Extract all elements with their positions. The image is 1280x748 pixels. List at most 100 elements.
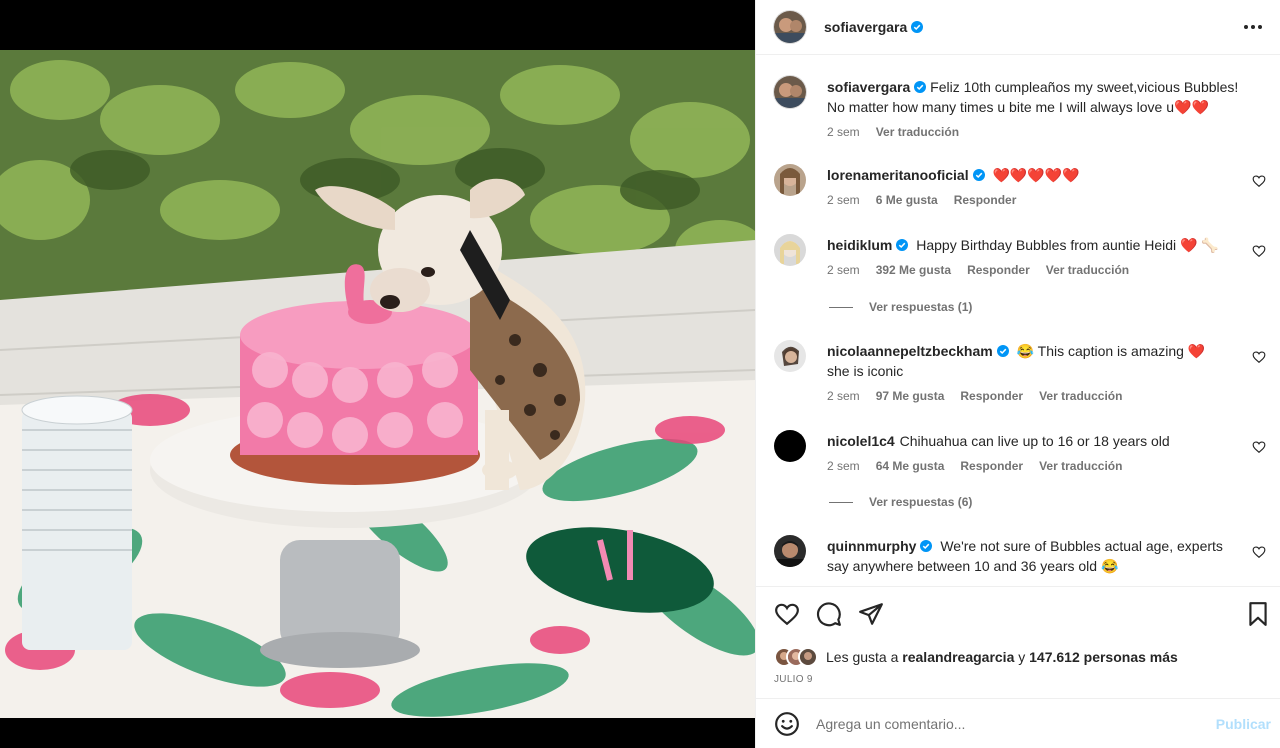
verified-icon — [911, 21, 924, 33]
avatar-image — [774, 76, 806, 108]
avatar-image — [774, 340, 806, 372]
more-icon — [1244, 25, 1262, 29]
author-avatar[interactable] — [774, 11, 806, 43]
media-panel — [0, 0, 755, 748]
emoji-icon[interactable] — [774, 711, 800, 737]
comment-text: Chihuahua can live up to 16 or 18 years … — [899, 433, 1170, 449]
comment-icon[interactable] — [816, 601, 842, 627]
post-photo[interactable] — [0, 50, 755, 718]
comment-text: ❤️❤️❤️❤️❤️ — [992, 167, 1080, 183]
likes-prefix: Les gusta a — [826, 649, 899, 665]
verified-icon — [914, 81, 927, 93]
comment-item: heidiklum Happy Birthday Bubbles from au… — [774, 234, 1266, 284]
liker-avatar — [798, 647, 818, 667]
comment-username[interactable]: nicolel1c4 — [827, 433, 895, 449]
more-options-button[interactable] — [1241, 15, 1265, 39]
comment-avatar[interactable] — [774, 164, 806, 196]
comment-likes[interactable]: 6 Me gusta — [876, 193, 938, 207]
comments-list[interactable]: sofiavergara Feliz 10th cumpleaños my sw… — [756, 56, 1280, 585]
reply-button[interactable]: Responder — [960, 389, 1023, 403]
translate-link[interactable]: Ver traducción — [1046, 263, 1129, 277]
comment-meta: 2 sem 6 Me gusta Responder — [827, 193, 1016, 207]
caption-username[interactable]: sofiavergara — [827, 79, 910, 95]
avatar-image — [774, 11, 806, 43]
verified-icon — [972, 169, 985, 181]
comment-item: nicolel1c4 Chihuahua can live up to 16 o… — [774, 430, 1266, 480]
heart-icon[interactable] — [774, 601, 800, 627]
caption-avatar[interactable] — [774, 76, 806, 108]
view-replies-button[interactable]: Ver respuestas (1) — [829, 300, 972, 314]
reply-button[interactable]: Responder — [967, 263, 1030, 277]
view-replies-label: Ver respuestas (1) — [869, 300, 973, 314]
view-replies-button[interactable]: Ver respuestas (6) — [829, 495, 972, 509]
comment-time[interactable]: 2 sem — [827, 459, 860, 473]
comment-body: nicolel1c4 Chihuahua can live up to 16 o… — [827, 431, 1227, 451]
comment-meta: 2 sem 64 Me gusta Responder Ver traducci… — [827, 459, 1122, 473]
comment-username[interactable]: heidiklum — [827, 237, 892, 253]
verified-icon — [996, 345, 1009, 357]
comment-likes[interactable]: 392 Me gusta — [876, 263, 951, 277]
likes-text: Les gusta a realandreagarcia y 147.612 p… — [826, 649, 1178, 665]
comment-body: quinnmurphy We're not sure of Bubbles ac… — [827, 536, 1237, 576]
comment-time[interactable]: 2 sem — [827, 193, 860, 207]
comment-username[interactable]: lorenameritanooficial — [827, 167, 969, 183]
avatar-image — [774, 164, 806, 196]
comment-time[interactable]: 2 sem — [827, 263, 860, 277]
comment-item: lorenameritanooficial ❤️❤️❤️❤️❤️ 2 sem 6… — [774, 164, 1266, 214]
post-date[interactable]: JULIO 9 — [774, 674, 813, 685]
caption-emoji: ❤️❤️ — [1174, 99, 1209, 115]
comment-avatar[interactable] — [774, 430, 806, 462]
comment-body: nicolaannepeltzbeckham 😂 This caption is… — [827, 341, 1227, 381]
cup-stack — [21, 395, 133, 650]
caption-time[interactable]: 2 sem — [827, 125, 860, 139]
comment-avatar[interactable] — [774, 234, 806, 266]
translate-link[interactable]: Ver traducción — [876, 125, 959, 139]
caption: sofiavergara Feliz 10th cumpleaños my sw… — [774, 76, 1266, 146]
comment-like-icon[interactable] — [1252, 174, 1266, 188]
likes-joiner: y — [1018, 649, 1026, 665]
avatar-image — [774, 234, 806, 266]
comment-meta: 2 sem 97 Me gusta Responder Ver traducci… — [827, 389, 1122, 403]
reply-button[interactable]: Responder — [960, 459, 1023, 473]
comment-like-icon[interactable] — [1252, 350, 1266, 364]
caption-meta: 2 sem Ver traducción — [827, 125, 959, 139]
view-replies-label: Ver respuestas (6) — [869, 495, 973, 509]
verified-icon — [896, 239, 909, 251]
comment-like-icon[interactable] — [1252, 244, 1266, 258]
comment-username[interactable]: quinnmurphy — [827, 538, 916, 554]
comment-likes[interactable]: 64 Me gusta — [876, 459, 945, 473]
save-icon[interactable] — [1245, 601, 1271, 627]
comment-body: heidiklum Happy Birthday Bubbles from au… — [827, 235, 1247, 255]
comment-avatar[interactable] — [774, 535, 806, 567]
liker-username[interactable]: realandreagarcia — [902, 649, 1014, 665]
comment-like-icon[interactable] — [1252, 440, 1266, 454]
comment-input[interactable] — [816, 715, 1216, 732]
avatar-image — [774, 535, 806, 567]
comment-text: Happy Birthday Bubbles from auntie Heidi… — [916, 237, 1219, 253]
verified-icon — [920, 540, 933, 552]
post-details-panel: sofiavergara sofiavergara Feliz 10th cum… — [755, 0, 1280, 748]
author-username[interactable]: sofiavergara — [824, 19, 907, 35]
comment-time[interactable]: 2 sem — [827, 389, 860, 403]
share-icon[interactable] — [858, 601, 884, 627]
likes-count[interactable]: 147.612 personas más — [1029, 649, 1178, 665]
reply-button[interactable]: Responder — [954, 193, 1017, 207]
translate-link[interactable]: Ver traducción — [1039, 459, 1122, 473]
post-actions: Les gusta a realandreagarcia y 147.612 p… — [756, 586, 1280, 698]
replies-divider — [829, 501, 853, 503]
action-icons — [774, 601, 884, 627]
comment-composer: Publicar — [756, 698, 1280, 748]
likes-summary: Les gusta a realandreagarcia y 147.612 p… — [774, 647, 1178, 667]
comment-username[interactable]: nicolaannepeltzbeckham — [827, 343, 993, 359]
replies-divider — [829, 306, 853, 308]
post-comment-button[interactable]: Publicar — [1216, 716, 1271, 732]
comment-avatar[interactable] — [774, 340, 806, 372]
comment-likes[interactable]: 97 Me gusta — [876, 389, 945, 403]
post-header: sofiavergara — [756, 0, 1280, 55]
dog-birthday-cake-photo — [0, 50, 755, 718]
comment-like-icon[interactable] — [1252, 545, 1266, 559]
instagram-post-modal: sofiavergara sofiavergara Feliz 10th cum… — [0, 0, 1280, 748]
caption-body: sofiavergara Feliz 10th cumpleaños my sw… — [827, 77, 1257, 117]
comment-meta: 2 sem 392 Me gusta Responder Ver traducc… — [827, 263, 1129, 277]
translate-link[interactable]: Ver traducción — [1039, 389, 1122, 403]
